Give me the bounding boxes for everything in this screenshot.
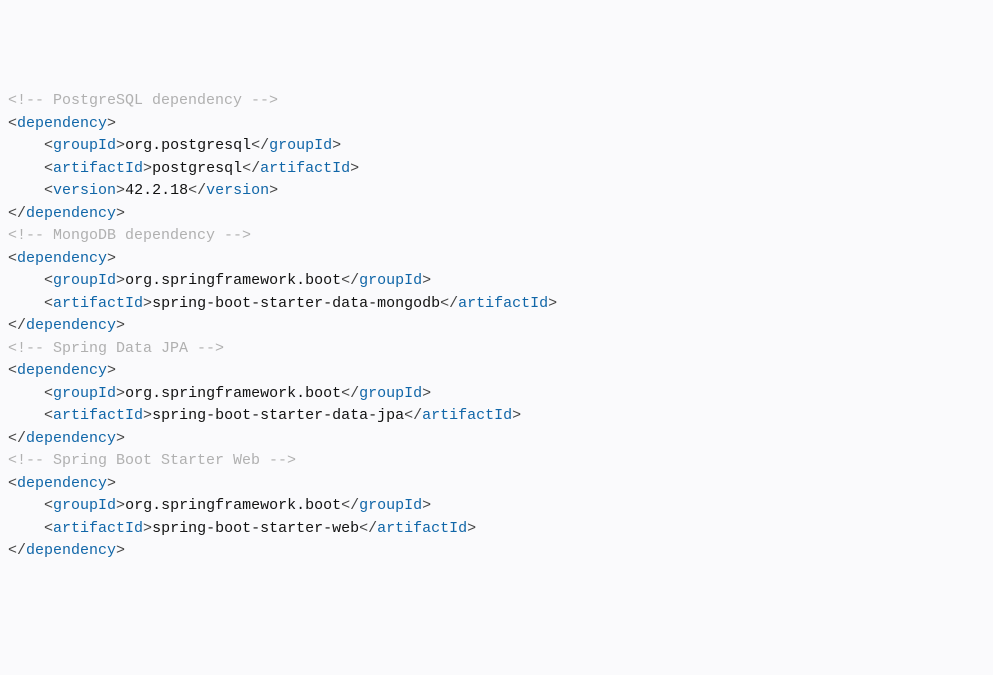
code-line: <version>42.2.18</version> bbox=[8, 180, 985, 203]
code-line: <artifactId>spring-boot-starter-web</art… bbox=[8, 518, 985, 541]
xml-code-block[interactable]: <!-- PostgreSQL dependency --><dependenc… bbox=[0, 90, 993, 563]
code-line: <!-- MongoDB dependency --> bbox=[8, 225, 985, 248]
code-line: <groupId>org.postgresql</groupId> bbox=[8, 135, 985, 158]
code-line: <!-- PostgreSQL dependency --> bbox=[8, 90, 985, 113]
code-line: <!-- Spring Boot Starter Web --> bbox=[8, 450, 985, 473]
code-line: <groupId>org.springframework.boot</group… bbox=[8, 270, 985, 293]
code-line: <groupId>org.springframework.boot</group… bbox=[8, 495, 985, 518]
code-line: <artifactId>postgresql</artifactId> bbox=[8, 158, 985, 181]
code-line: <dependency> bbox=[8, 360, 985, 383]
code-line: <artifactId>spring-boot-starter-data-jpa… bbox=[8, 405, 985, 428]
code-line: <dependency> bbox=[8, 113, 985, 136]
code-line: <groupId>org.springframework.boot</group… bbox=[8, 383, 985, 406]
code-line: <dependency> bbox=[8, 473, 985, 496]
code-line: </dependency> bbox=[8, 315, 985, 338]
code-line: <!-- Spring Data JPA --> bbox=[8, 338, 985, 361]
code-line: <dependency> bbox=[8, 248, 985, 271]
code-line: </dependency> bbox=[8, 428, 985, 451]
code-line: <artifactId>spring-boot-starter-data-mon… bbox=[8, 293, 985, 316]
code-line: </dependency> bbox=[8, 540, 985, 563]
code-line: </dependency> bbox=[8, 203, 985, 226]
